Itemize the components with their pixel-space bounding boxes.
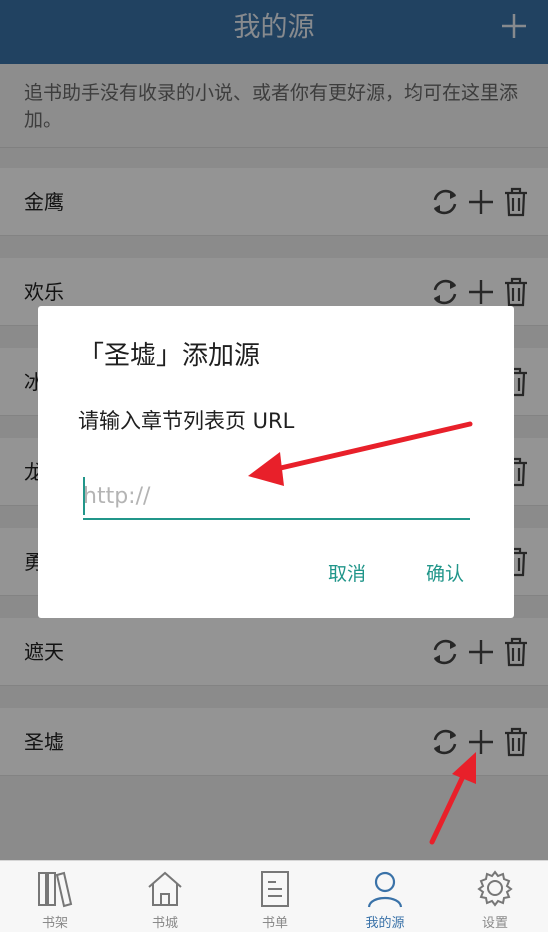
cancel-button[interactable]: 取消 [328,558,366,590]
tab-label: 书城 [151,916,178,931]
bottom-tab-bar: 书架 书城 书单 我的源 设置 [0,860,548,932]
confirm-button[interactable]: 确认 [426,558,464,590]
text-cursor [83,477,85,515]
tab-label: 书单 [261,916,288,931]
user-icon [367,871,403,908]
tab-label: 书架 [41,916,68,931]
tab-my-sources[interactable]: 我的源 [330,861,440,932]
tab-label: 我的源 [365,916,405,931]
settings-icon [477,870,513,907]
dialog-title: 「圣墟」添加源 [78,341,261,371]
bookshelf-icon [38,871,73,908]
tab-bookstore[interactable]: 书城 [110,861,220,932]
tab-bookshelf[interactable]: 书架 [0,861,110,932]
url-input[interactable] [83,474,470,520]
tab-booklist[interactable]: 书单 [220,861,330,932]
home-icon [148,871,182,906]
tab-label: 设置 [481,916,508,931]
add-source-dialog: 「圣墟」添加源 请输入章节列表页 URL 取消 确认 [38,306,514,618]
dialog-message: 请输入章节列表页 URL [78,409,295,433]
booklist-icon [261,871,289,907]
tab-settings[interactable]: 设置 [440,861,548,932]
